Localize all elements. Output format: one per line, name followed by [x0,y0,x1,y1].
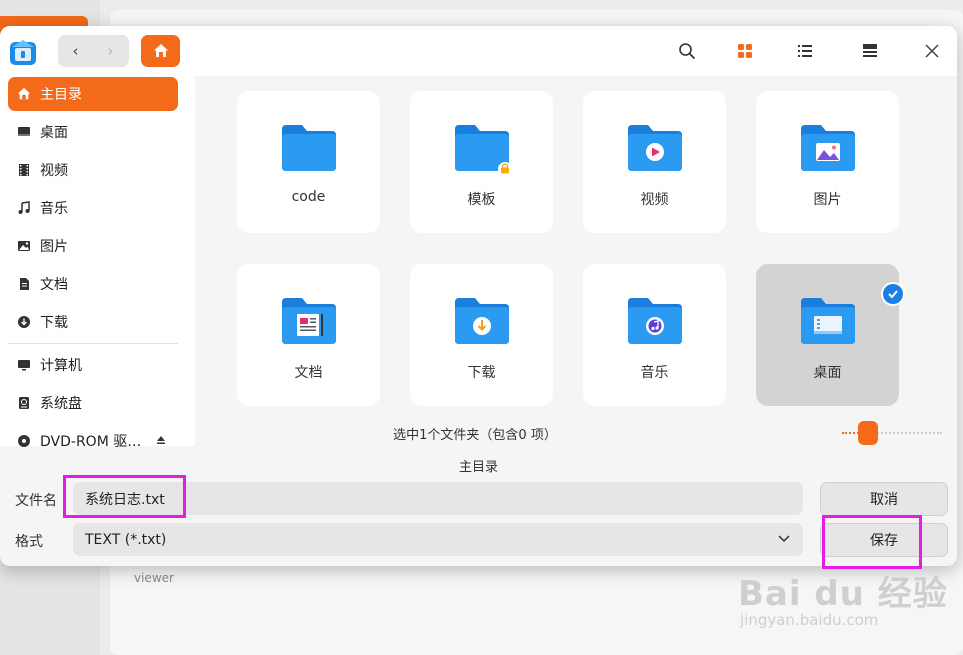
video-folder-icon [628,125,682,171]
sidebar-item-label: 下载 [40,315,68,331]
sidebar-item-label: 主目录 [40,87,82,103]
desktop-folder-icon [801,298,855,344]
folder-label: 音乐 [640,365,669,381]
folder-tile[interactable]: 下载 [410,264,553,406]
folder-label: code [291,189,326,205]
filename-label: 文件名 [15,493,57,509]
desktop-icon [16,124,32,140]
folder-tile-selected[interactable]: 桌面 [756,264,899,406]
sidebar-item-documents[interactable]: 文档 [8,267,178,301]
sidebar-item-videos[interactable]: 视频 [8,153,178,187]
folder-label: 桌面 [813,365,842,381]
dialog-titlebar: ‹ › [0,26,957,76]
annotation-box-save [822,515,922,569]
sidebar-item-label: DVD-ROM 驱… [40,434,142,450]
sidebar-item-label: 计算机 [40,358,82,374]
background-text: viewer [134,571,174,585]
format-select[interactable]: TEXT (*.txt) [73,523,803,556]
folder-tile[interactable]: 音乐 [583,264,726,406]
download-icon [16,314,32,330]
lock-icon [498,162,512,176]
tree-view-button[interactable] [859,40,881,62]
tree-view-icon [863,44,877,57]
dvd-icon [16,433,32,449]
folder-tile[interactable]: 视频 [583,91,726,233]
sidebar-item-music[interactable]: 音乐 [8,191,178,225]
chevron-down-icon [778,535,790,543]
music-folder-icon [628,298,682,344]
folder-label: 文档 [294,365,323,381]
file-grid: code 模板 视频 图片 文档 下载 音乐 桌面 [195,76,957,446]
folder-tile[interactable]: 文档 [237,264,380,406]
icon-view-button[interactable] [734,40,756,62]
folder-tile[interactable]: 模板 [410,91,553,233]
computer-icon [16,357,32,373]
watermark-main: Bai du 经验 [738,574,948,614]
sidebar-item-label: 音乐 [40,201,68,217]
zoom-slider-handle[interactable] [858,421,878,445]
sidebar-divider [8,343,178,344]
sidebar-item-label: 系统盘 [40,396,82,412]
sidebar-item-desktop[interactable]: 桌面 [8,115,178,149]
sidebar-item-dvd-rom[interactable]: DVD-ROM 驱… [8,424,178,458]
picture-icon [16,238,32,254]
sidebar-item-computer[interactable]: 计算机 [8,348,178,382]
sidebar: 主目录 桌面 视频 音乐 图片 文档 下载 计算机 系统盘 DVD-ROM 驱… [0,76,195,450]
folder-icon [282,125,336,171]
music-icon [16,200,32,216]
breadcrumb-home-button[interactable] [141,35,180,67]
selected-check-icon [881,282,905,306]
sidebar-item-home[interactable]: 主目录 [8,77,178,111]
document-folder-icon [282,298,336,344]
cancel-button[interactable]: 取消 [820,482,948,516]
selection-status: 选中1个文件夹（包含0 项） [393,428,557,443]
sidebar-item-label: 视频 [40,163,68,179]
document-icon [16,276,32,292]
sidebar-item-label: 文档 [40,277,68,293]
folder-tile[interactable]: code [237,91,380,233]
sidebar-item-label: 图片 [40,239,68,255]
close-button[interactable] [921,40,943,62]
back-button[interactable]: ‹ [58,35,93,67]
close-icon [925,44,939,58]
sidebar-item-system-disk[interactable]: 系统盘 [8,386,178,420]
picture-folder-icon [801,125,855,171]
list-view-button[interactable] [794,40,816,62]
home-icon [16,86,32,102]
file-manager-app-icon [9,38,37,66]
search-icon [679,43,695,59]
list-view-icon [798,45,812,57]
folder-label: 下载 [467,365,496,381]
folder-tile[interactable]: 图片 [756,91,899,233]
folder-label: 模板 [467,192,496,208]
search-button[interactable] [676,40,698,62]
sidebar-item-label: 桌面 [40,125,68,141]
navigation-buttons: ‹ › [58,35,129,67]
sidebar-item-pictures[interactable]: 图片 [8,229,178,263]
format-select-value: TEXT (*.txt) [85,531,167,548]
eject-icon[interactable] [156,435,166,448]
folder-label: 视频 [640,192,669,208]
home-icon [153,44,168,57]
download-folder-icon [455,298,509,344]
disk-icon [16,395,32,411]
baidu-watermark: Bai du 经验 jingyan.baidu.com [738,566,948,629]
folder-label: 图片 [813,192,842,208]
video-icon [16,162,32,178]
forward-button[interactable]: › [93,35,128,67]
sidebar-item-downloads[interactable]: 下载 [8,305,178,339]
annotation-box-filename [63,475,186,518]
current-location: 主目录 [458,460,498,475]
icon-view-icon [738,44,752,58]
format-label: 格式 [15,534,43,550]
